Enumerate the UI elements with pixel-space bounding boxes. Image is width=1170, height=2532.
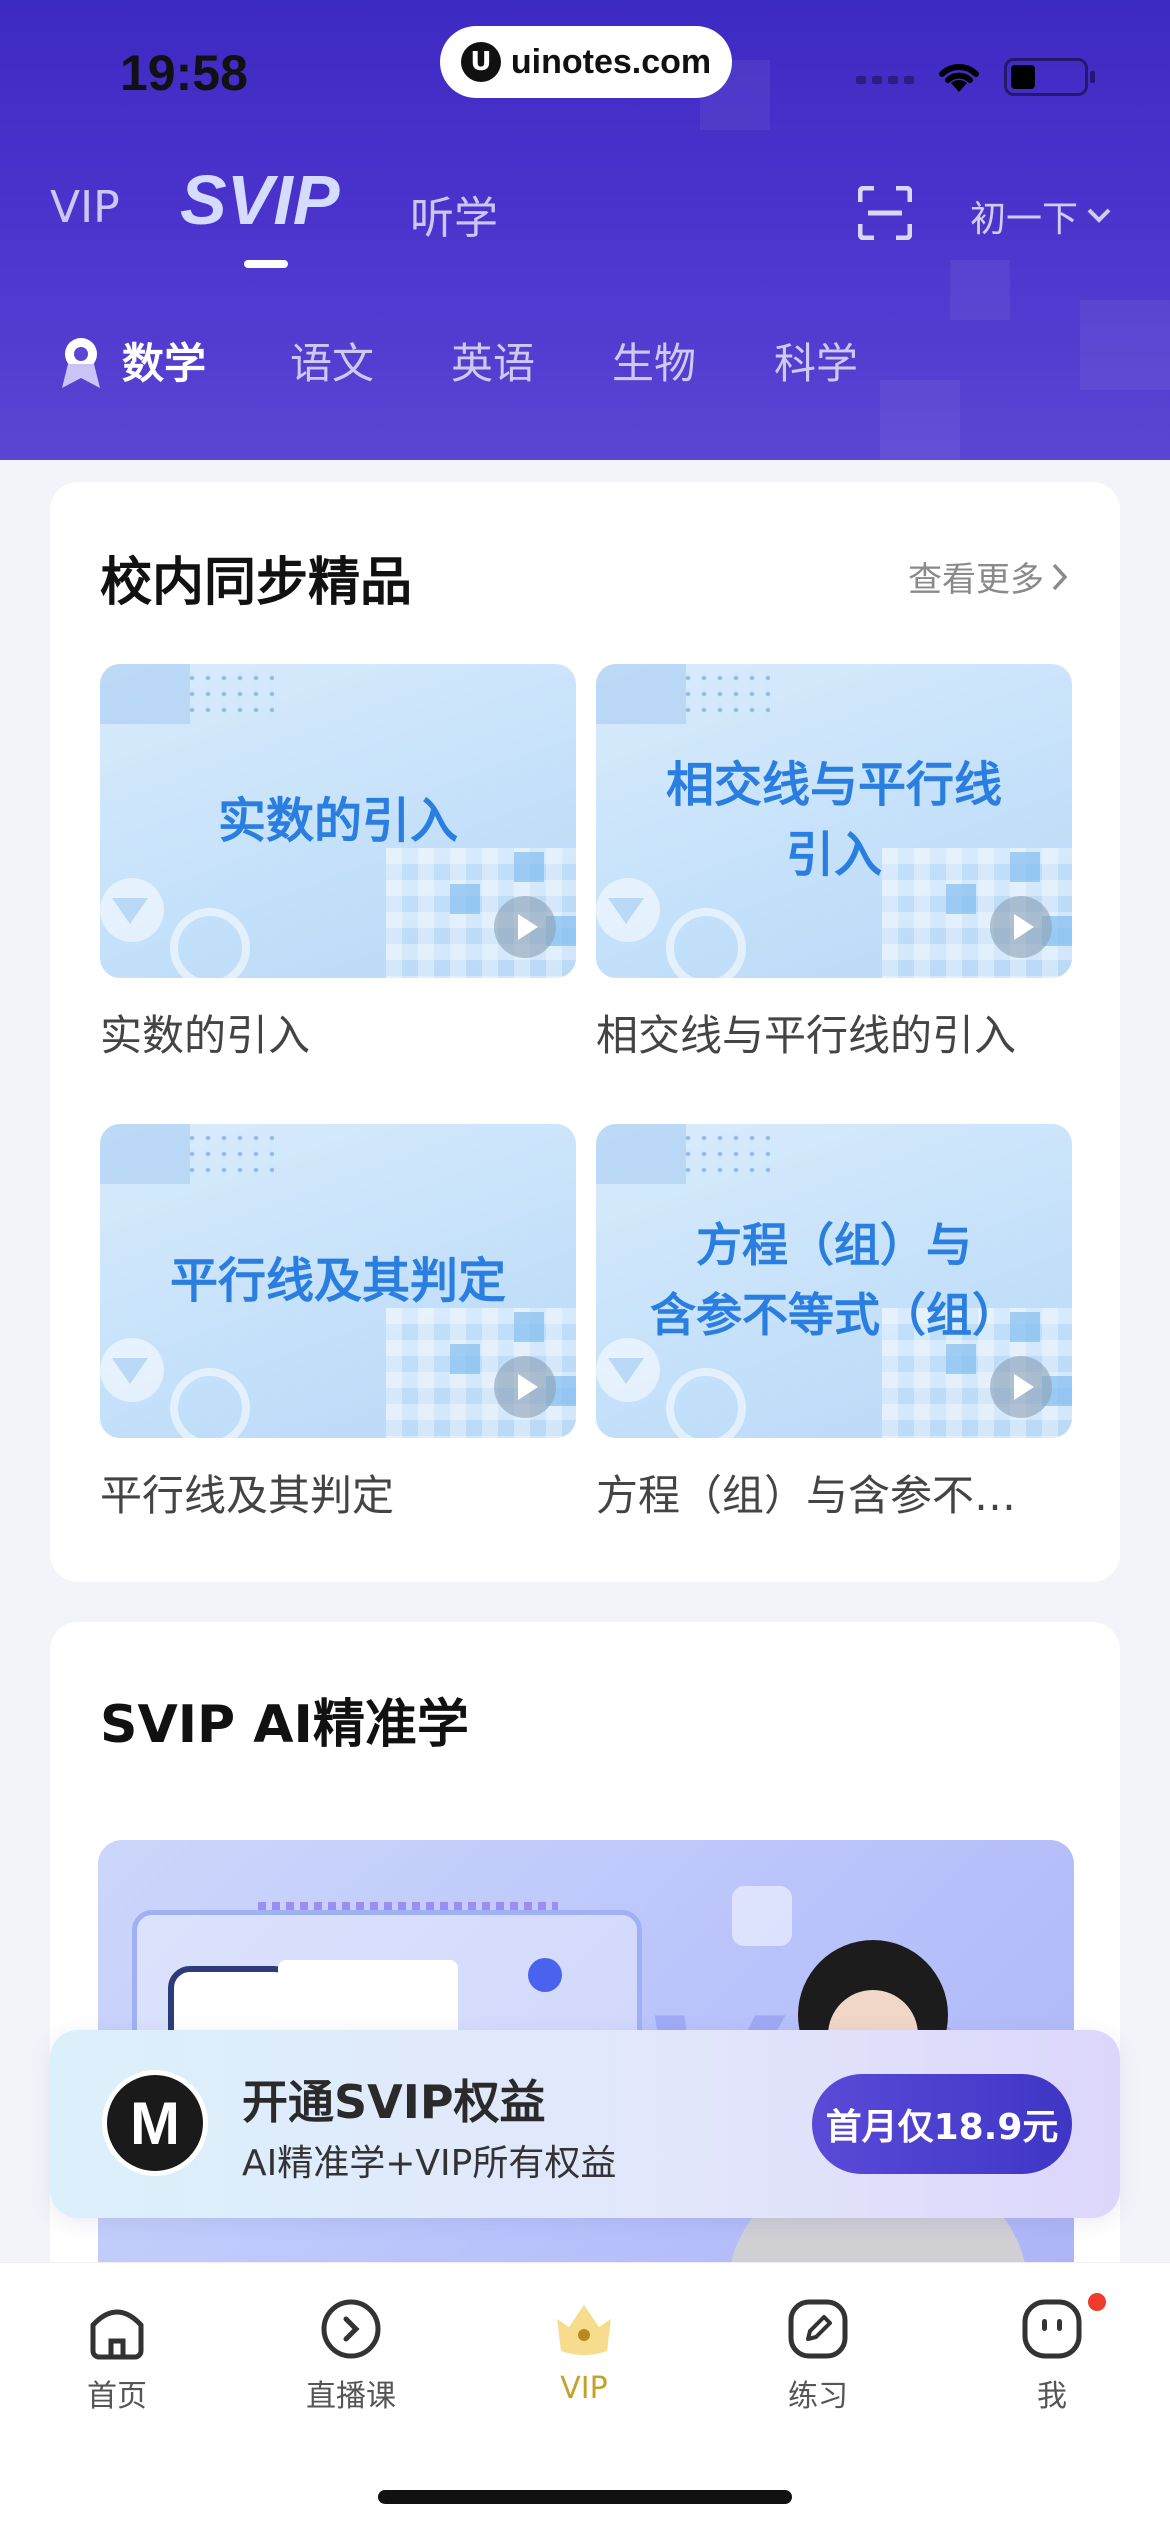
sync-section-card: 校内同步精品 查看更多 实数的引入 实数的引入 相交线与平行线 引入 相交线与平… [50,482,1120,1582]
tab-vip[interactable]: VIP [50,182,120,233]
see-more-label: 查看更多 [908,560,1044,600]
grade-selector[interactable]: 初一下 [970,190,1112,242]
section-title: 校内同步精品 [100,553,413,613]
lesson-title: 平行线及其判定 [100,1471,395,1520]
lesson-thumbnail: 实数的引入 [100,664,576,978]
grade-label: 初一下 [970,199,1079,240]
tab-svip[interactable]: SVIP [180,160,340,240]
nav-label: 直播课 [306,2379,396,2414]
play-icon [990,1356,1052,1418]
lesson-title: 方程（组）与含参不… [596,1471,1017,1520]
section-title: SVIP AI精准学 [100,1695,469,1755]
svip-promo-bar[interactable]: M 开通SVIP权益 AI精准学+VIP所有权益 首月仅18.9元 [50,2030,1120,2218]
crown-icon [557,2305,611,2355]
subscribe-button[interactable]: 首月仅18.9元 [812,2074,1072,2174]
thumbnail-title: 实数的引入 [217,793,458,849]
subject-tab-english[interactable]: 英语 [451,330,535,391]
subject-tab-biology[interactable]: 生物 [612,330,696,391]
profile-icon [1022,2299,1082,2359]
pen-icon [788,2299,848,2359]
nav-label: 我 [1037,2379,1067,2414]
nav-vip[interactable]: VIP [504,2297,664,2406]
nav-live[interactable]: 直播课 [271,2297,431,2415]
live-icon [321,2299,381,2359]
signal-icon [856,76,914,84]
lesson-title: 相交线与平行线的引入 [596,1011,1017,1060]
nav-home[interactable]: 首页 [37,2297,197,2415]
thumbnail-title: 相交线与平行线 [665,757,1002,813]
lesson-card[interactable]: 平行线及其判定 平行线及其判定 [100,1124,576,1523]
nav-label: VIP [560,2371,608,2406]
nav-label: 练习 [788,2379,848,2414]
subject-tabs: 数学 语文 英语 生物 科学 [0,330,1170,400]
play-icon [494,1356,556,1418]
wifi-icon [939,63,979,92]
lesson-thumbnail: 方程（组）与 含参不等式（组） [596,1124,1072,1438]
scan-icon[interactable] [858,186,912,240]
nav-practice[interactable]: 练习 [738,2297,898,2415]
lesson-thumbnail: 相交线与平行线 引入 [596,664,1072,978]
promo-title: 开通SVIP权益 [242,2075,546,2129]
watermark-badge: U uinotes.com [440,26,732,98]
notification-dot [1088,2293,1106,2311]
play-icon [990,896,1052,958]
nav-me[interactable]: 我 [972,2297,1132,2415]
home-icon [90,2309,144,2360]
tab-underline [244,260,288,268]
see-more-link[interactable]: 查看更多 [908,552,1070,601]
brand-logo: M [102,2070,208,2176]
thumbnail-title: 含参不等式（组） [650,1288,1018,1342]
lesson-thumbnail: 平行线及其判定 [100,1124,576,1438]
lesson-title: 实数的引入 [100,1011,311,1060]
header: 19:58 U uinotes.com VIP SVIP 听学 初一下 数学 语… [0,0,1170,460]
battery-icon [1004,58,1095,96]
subject-tab-chinese[interactable]: 语文 [290,330,374,391]
home-indicator [378,2490,792,2504]
thumbnail-title: 方程（组）与 [696,1218,972,1272]
chevron-right-icon [1052,563,1068,590]
thumbnail-title: 平行线及其判定 [169,1253,506,1309]
watermark-text: uinotes.com [510,42,712,81]
status-time: 19:58 [120,45,248,101]
nav-label: 首页 [87,2379,147,2414]
watermark-logo: U [460,42,501,82]
thumbnail-title: 引入 [785,827,882,883]
promo-subtitle: AI精准学+VIP所有权益 [242,2143,617,2184]
subject-tab-math[interactable]: 数学 [122,330,206,391]
play-icon [494,896,556,958]
tab-listen[interactable]: 听学 [410,182,498,246]
subject-tab-science[interactable]: 科学 [774,330,858,391]
lesson-card[interactable]: 实数的引入 实数的引入 [100,664,576,1063]
chevron-down-icon [1087,208,1111,223]
lesson-card[interactable]: 相交线与平行线 引入 相交线与平行线的引入 [596,664,1072,1063]
lesson-card[interactable]: 方程（组）与 含参不等式（组） 方程（组）与含参不… [596,1124,1072,1523]
